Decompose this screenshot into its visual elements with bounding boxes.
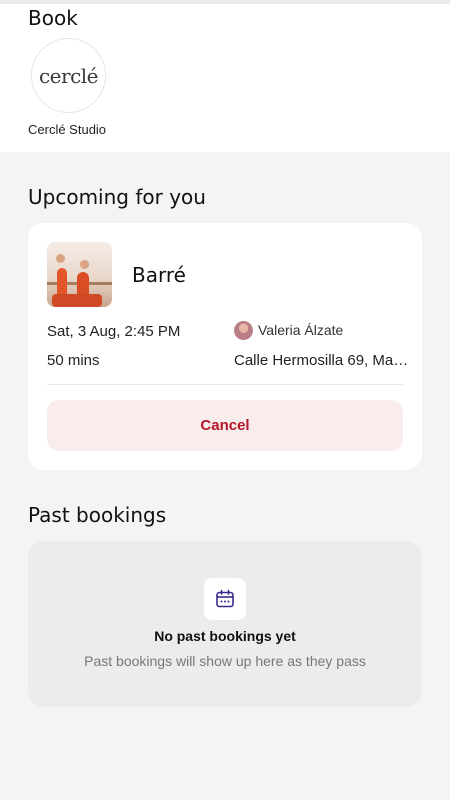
booking-datetime: Sat, 3 Aug, 2:45 PM [47, 323, 181, 340]
cancel-button[interactable]: Cancel [47, 400, 403, 451]
past-section-title: Past bookings [28, 503, 167, 527]
empty-state-title: No past bookings yet [154, 628, 296, 644]
class-thumbnail [47, 242, 112, 307]
studio-logo[interactable]: cerclé [31, 38, 106, 113]
booking-location: Calle Hermosilla 69, Madrid [234, 352, 412, 369]
booking-duration: 50 mins [47, 352, 100, 369]
past-bookings-empty-state: No past bookings yet Past bookings will … [28, 541, 422, 707]
class-name: Barré [132, 263, 186, 287]
studio-name[interactable]: Cerclé Studio [28, 122, 106, 137]
page-title: Book [28, 6, 78, 30]
upcoming-booking-card[interactable]: Barré Sat, 3 Aug, 2:45 PM 50 mins Valeri… [28, 223, 422, 470]
studio-logo-text: cerclé [38, 63, 99, 88]
upcoming-section-title: Upcoming for you [28, 185, 206, 209]
header: Book cerclé Cerclé Studio [0, 4, 450, 152]
calendar-icon [204, 578, 246, 620]
divider [47, 384, 403, 385]
instructor-avatar [234, 321, 253, 340]
empty-state-subtitle: Past bookings will show up here as they … [84, 653, 366, 669]
instructor-name: Valeria Álzate [258, 322, 344, 338]
